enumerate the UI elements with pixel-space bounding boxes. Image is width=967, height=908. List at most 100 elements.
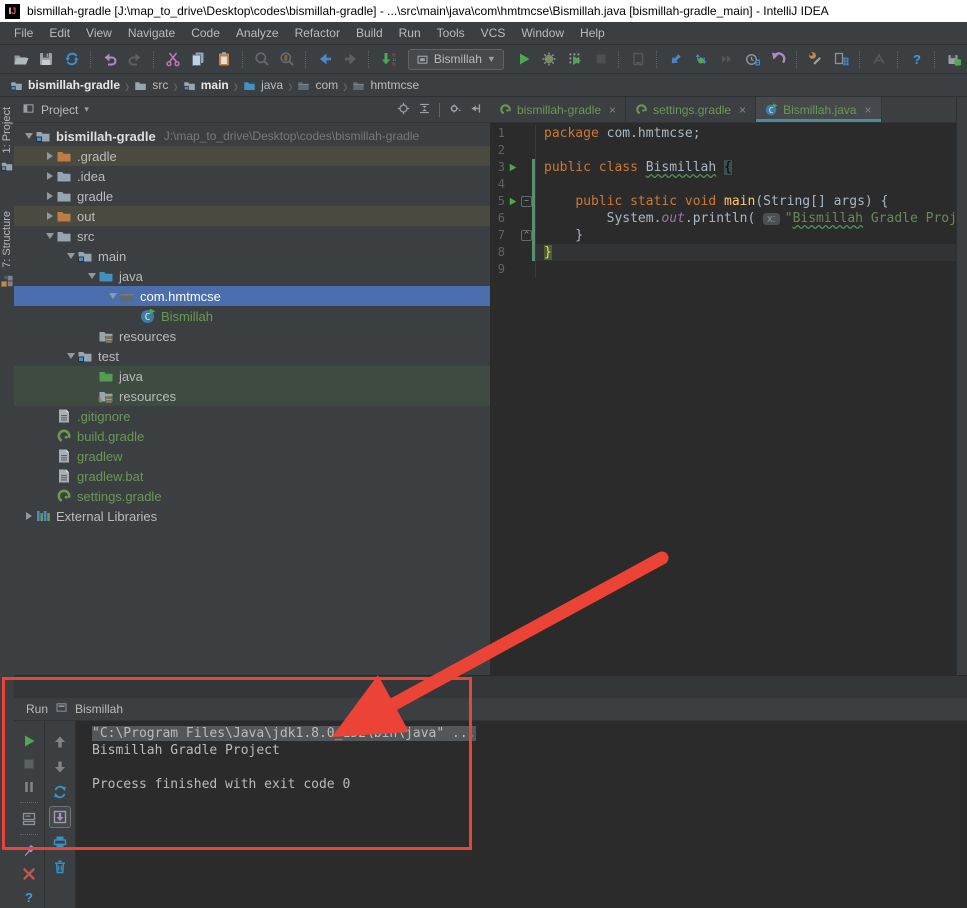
- run-line-icon[interactable]: [505, 162, 520, 173]
- tree-item-external-libraries[interactable]: External Libraries: [14, 506, 490, 526]
- menu-analyze[interactable]: Analyze: [228, 26, 287, 40]
- chevron-down-icon[interactable]: [64, 253, 77, 259]
- chevron-down-icon[interactable]: [106, 293, 119, 299]
- tree-item-test[interactable]: test: [14, 346, 490, 366]
- toolbar-compile-button[interactable]: 011001: [375, 47, 401, 71]
- toolbar-undo-button[interactable]: [97, 47, 123, 71]
- tool-stripe-project[interactable]: 1: Project: [1, 107, 13, 153]
- tree-item-bismillah[interactable]: CBismillah: [14, 306, 490, 326]
- toolbar-settings-button[interactable]: [803, 47, 829, 71]
- struct-stripe-icon[interactable]: [1, 275, 14, 288]
- tree-item-java[interactable]: java: [14, 266, 490, 286]
- project-panel-title[interactable]: Project: [41, 103, 78, 117]
- run-configuration-combo[interactable]: Bismillah▼: [408, 49, 504, 70]
- menu-navigate[interactable]: Navigate: [120, 26, 183, 40]
- run-up-button[interactable]: [45, 729, 75, 754]
- code-text[interactable]: }: [536, 227, 957, 244]
- tool-stripe-structure[interactable]: 7: Structure: [1, 211, 13, 268]
- tree-item-gradlew-bat[interactable]: gradlew.bat: [14, 466, 490, 486]
- menu-window[interactable]: Window: [513, 26, 572, 40]
- tree-item-main[interactable]: main: [14, 246, 490, 266]
- menu-vcs[interactable]: VCS: [473, 26, 514, 40]
- menu-refactor[interactable]: Refactor: [287, 26, 348, 40]
- project-header-target-button[interactable]: [397, 102, 410, 118]
- menu-help[interactable]: Help: [572, 26, 613, 40]
- toolbar-vcs-x-button[interactable]: [714, 47, 740, 71]
- chevron-right-icon[interactable]: [43, 212, 56, 220]
- menu-tools[interactable]: Tools: [429, 26, 473, 40]
- tree-item-gradle[interactable]: .gradle: [14, 146, 490, 166]
- chevron-down-icon[interactable]: [22, 133, 35, 139]
- menu-run[interactable]: Run: [391, 26, 429, 40]
- code-editor[interactable]: 1package com.hmtmcse;23public class Bism…: [490, 123, 957, 278]
- code-text[interactable]: public class Bismillah {: [536, 159, 957, 176]
- toolbar-vcs-update-button[interactable]: [663, 47, 689, 71]
- run-trash-button[interactable]: [45, 854, 75, 879]
- tree-item-gitignore[interactable]: .gitignore: [14, 406, 490, 426]
- toolbar-coverage-button[interactable]: [562, 47, 588, 71]
- editor-tab-bismillah-gradle[interactable]: bismillah-gradle×: [490, 97, 626, 122]
- run-stop-button[interactable]: [14, 752, 44, 775]
- code-text[interactable]: [536, 261, 957, 278]
- chevron-right-icon[interactable]: [43, 152, 56, 160]
- code-text[interactable]: [536, 176, 957, 193]
- run-pause-button[interactable]: [14, 775, 44, 798]
- toolbar-debug-button[interactable]: [536, 47, 562, 71]
- menu-build[interactable]: Build: [348, 26, 391, 40]
- chevron-right-icon[interactable]: [43, 172, 56, 180]
- toolbar-open-button[interactable]: [8, 47, 34, 71]
- chevron-down-icon[interactable]: [85, 273, 98, 279]
- toolbar-paste-button[interactable]: [211, 47, 237, 71]
- breadcrumb-main[interactable]: main: [183, 78, 229, 92]
- run-down-button[interactable]: [45, 754, 75, 779]
- toolbar-structure-button[interactable]: [829, 47, 855, 71]
- project-header-hide-button[interactable]: [469, 102, 482, 118]
- run-line-icon[interactable]: [505, 196, 520, 207]
- run-help-button[interactable]: ?: [14, 885, 44, 908]
- tree-item-java[interactable]: java: [14, 366, 490, 386]
- chevron-down-icon[interactable]: [43, 233, 56, 239]
- breadcrumb-java[interactable]: java: [243, 78, 283, 92]
- tree-item-settings-gradle[interactable]: settings.gradle: [14, 486, 490, 506]
- tree-item-build-gradle[interactable]: build.gradle: [14, 426, 490, 446]
- toolbar-find-button[interactable]: [249, 47, 275, 71]
- run-rerun-button[interactable]: [14, 729, 44, 752]
- tree-item-gradlew[interactable]: gradlew: [14, 446, 490, 466]
- menu-code[interactable]: Code: [183, 26, 228, 40]
- toolbar-redo-button[interactable]: [122, 47, 148, 71]
- tree-item-resources[interactable]: resources: [14, 326, 490, 346]
- breadcrumb-com[interactable]: com: [297, 78, 338, 92]
- proj-stripe-icon[interactable]: [1, 160, 14, 173]
- chevron-right-icon[interactable]: [43, 192, 56, 200]
- toolbar-back-button[interactable]: [312, 47, 338, 71]
- toolbar-cut-button[interactable]: [160, 47, 186, 71]
- editor-tab-settings-gradle[interactable]: settings.gradle×: [626, 97, 756, 122]
- run-tab-label[interactable]: Run: [26, 702, 48, 716]
- close-icon[interactable]: ×: [864, 103, 871, 117]
- toolbar-forward-button[interactable]: [338, 47, 364, 71]
- toolbar-save-button[interactable]: [34, 47, 60, 71]
- editor-tab-bismillah-java[interactable]: CBismillah.java×: [756, 97, 881, 122]
- toolbar-help-button[interactable]: ?: [904, 47, 930, 71]
- run-close-button[interactable]: [14, 862, 44, 885]
- run-console[interactable]: "C:\Program Files\Java\jdk1.8.0_152\bin\…: [76, 721, 967, 908]
- chevron-down-icon[interactable]: [64, 353, 77, 359]
- code-text[interactable]: package com.hmtmcse;: [536, 125, 957, 142]
- toolbar-history-button[interactable]: [740, 47, 766, 71]
- tree-item-idea[interactable]: .idea: [14, 166, 490, 186]
- tree-item-out[interactable]: out: [14, 206, 490, 226]
- breadcrumb-bismillah-gradle[interactable]: bismillah-gradle: [10, 78, 120, 92]
- menu-file[interactable]: File: [6, 26, 41, 40]
- toolbar-ant-button[interactable]: [866, 47, 892, 71]
- code-text[interactable]: System.out.println( x:"Bismillah Gradle …: [536, 210, 967, 227]
- toolbar-attach-button[interactable]: [625, 47, 651, 71]
- tree-item-bismillah-gradle[interactable]: bismillah-gradleJ:\map_to_drive\Desktop\…: [14, 126, 490, 146]
- toolbar-rollback-button[interactable]: [765, 47, 791, 71]
- run-console-button[interactable]: [14, 807, 44, 830]
- close-icon[interactable]: ×: [739, 103, 746, 117]
- code-text[interactable]: }: [536, 244, 957, 261]
- project-header-gear-button[interactable]: [448, 102, 461, 118]
- code-text[interactable]: public static void main(String[] args) {: [536, 193, 957, 210]
- toolbar-vcs-commit-button[interactable]: [688, 47, 714, 71]
- run-pin-button[interactable]: [14, 839, 44, 862]
